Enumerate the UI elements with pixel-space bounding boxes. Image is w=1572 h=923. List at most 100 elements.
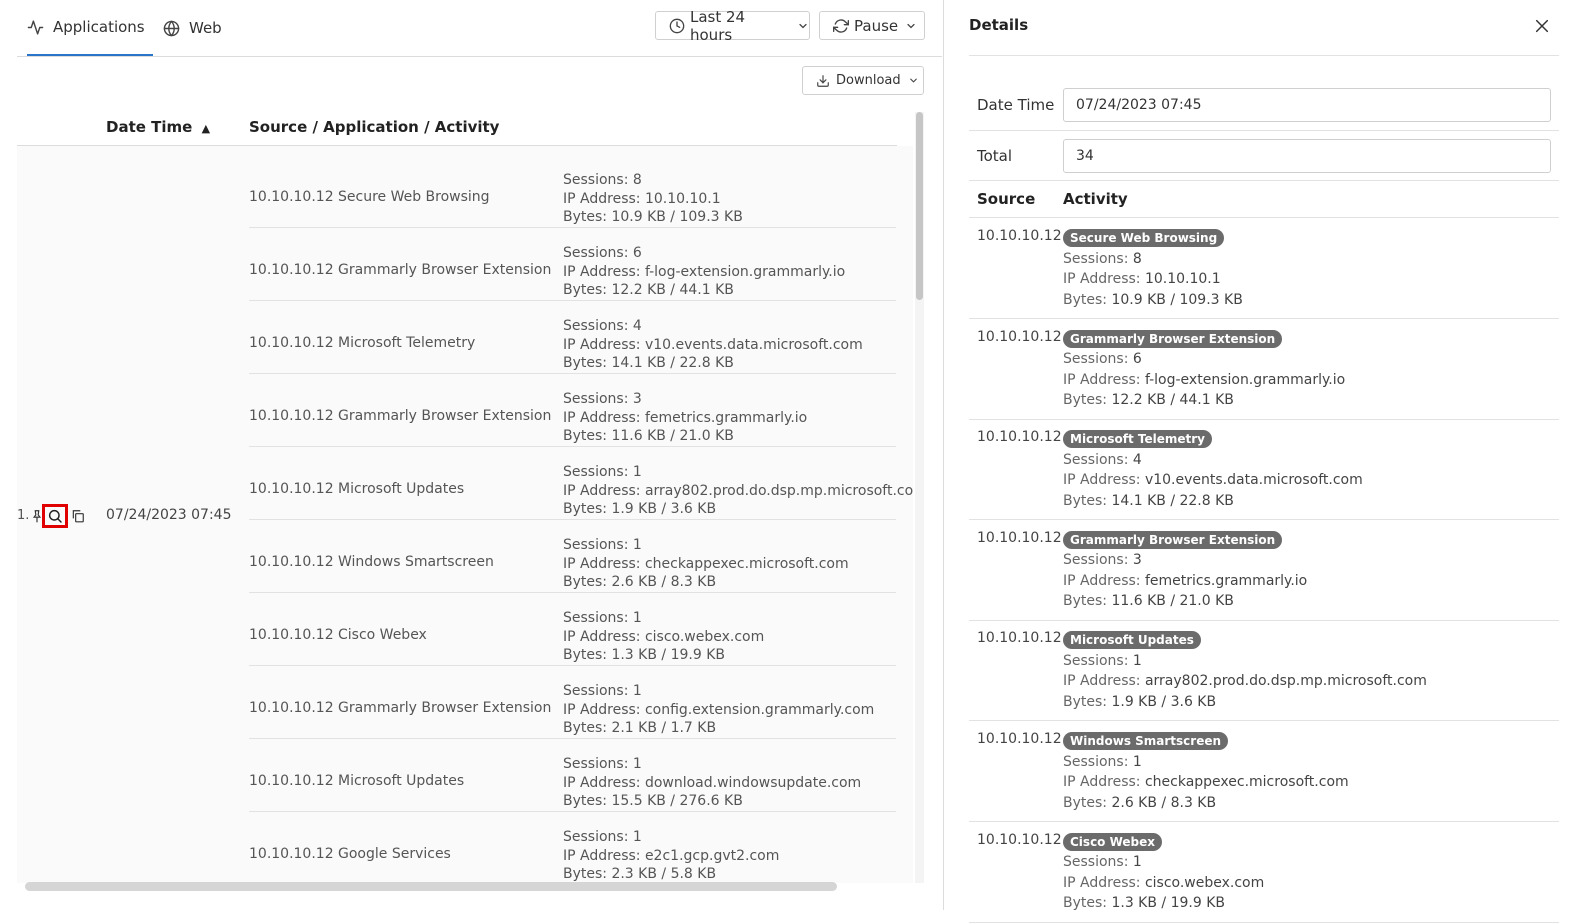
- entry-activity: Sessions: 3 IP Address: femetrics.grammar…: [563, 390, 807, 446]
- ip-value: array802.prod.do.dsp.mp.microsoft.com: [1144, 673, 1427, 690]
- entry-application: Grammarly Browser Extension: [338, 262, 552, 278]
- details-activity: Grammarly Browser Extension Sessions: 6 IP…: [1063, 329, 1345, 411]
- details-row: 10.10.10.12 Secure Web Browsing Sessions: …: [969, 218, 1559, 319]
- details-source: 10.10.10.12: [977, 429, 1062, 446]
- column-date-time[interactable]: Date Time ▲: [106, 118, 210, 136]
- details-activity: Microsoft Telemetry Sessions: 4 IP Address…: [1063, 429, 1363, 511]
- table-header: Date Time ▲ Source / Application / Activ…: [17, 112, 897, 146]
- bytes-value: 12.2 KB / 44.1 KB: [1111, 392, 1234, 409]
- sessions-value: 3: [1132, 552, 1142, 569]
- search-icon[interactable]: [42, 504, 68, 528]
- details-source: 10.10.10.12: [977, 630, 1062, 647]
- entry-application: Windows Smartscreen: [338, 554, 494, 570]
- entry-ip: IP Address: cisco.webex.com: [563, 628, 765, 645]
- details-row: 10.10.10.12 Cisco Webex Sessions: 1 IP Addr…: [969, 822, 1559, 923]
- chevron-down-icon: [799, 23, 807, 28]
- list-item: 10.10.10.12 Secure Web Browsing Sessions: …: [249, 154, 896, 228]
- time-range-label: Last 24 hours: [690, 7, 746, 44]
- entry-bytes: Bytes: 1.3 KB / 19.9 KB: [563, 647, 725, 663]
- vertical-scroll-thumb[interactable]: [916, 112, 923, 300]
- entry-sessions: Sessions: 6: [563, 245, 642, 261]
- copy-icon[interactable]: [71, 508, 85, 528]
- entry-ip: IP Address: 10.10.10.1: [563, 190, 721, 207]
- divider: [969, 55, 1559, 56]
- list-item: 10.10.10.12 Grammarly Browser Extension Se…: [249, 373, 896, 447]
- entry-activity: Sessions: 1 IP Address: array802.prod.do.…: [563, 463, 913, 519]
- details-row: 10.10.10.12 Microsoft Updates Sessions: 1 I…: [969, 620, 1559, 722]
- application-badge: Cisco Webex: [1063, 832, 1163, 851]
- download-dropdown[interactable]: Download: [802, 66, 924, 95]
- ip-value: femetrics.grammarly.io: [1144, 572, 1308, 589]
- entry-bytes: Bytes: 11.6 KB / 21.0 KB: [563, 428, 734, 444]
- bytes-value: 2.6 KB / 8.3 KB: [1111, 794, 1217, 811]
- vertical-scrollbar[interactable]: [915, 112, 924, 883]
- date-time-label: Date Time: [977, 96, 1055, 114]
- bytes-value: 1.9 KB / 3.6 KB: [1111, 693, 1217, 710]
- details-source: 10.10.10.12: [977, 731, 1062, 747]
- details-activity: Windows Smartscreen Sessions: 1 IP Address…: [1063, 731, 1349, 813]
- details-row: 10.10.10.12 Grammarly Browser Extension Se…: [969, 319, 1559, 420]
- details-activity: Secure Web Browsing Sessions: 8 IP Address…: [1063, 228, 1243, 310]
- divider: [969, 130, 1559, 131]
- sessions-value: 1: [1132, 652, 1142, 669]
- date-time-field[interactable]: 07/24/2023 07:45: [1063, 88, 1551, 122]
- entry-bytes: Bytes: 12.2 KB / 44.1 KB: [563, 282, 734, 298]
- entry-source: 10.10.10.12: [249, 262, 334, 278]
- list-item: 10.10.10.12 Microsoft Updates Sessions: 1 I…: [249, 446, 913, 520]
- entry-application: Grammarly Browser Extension: [338, 700, 552, 716]
- tab-applications[interactable]: Applications: [27, 0, 153, 56]
- ip-label: IP Address:: [1063, 774, 1141, 790]
- entry-source: 10.10.10.12: [249, 554, 334, 570]
- tab-web[interactable]: Web: [163, 0, 222, 56]
- details-title: Details: [969, 16, 1029, 34]
- ip-value: 10.10.10.1: [1144, 271, 1221, 287]
- entry-activity: Sessions: 1 IP Address: config.extension.…: [563, 682, 874, 738]
- download-icon: [817, 74, 829, 87]
- entry-activity: Sessions: 4 IP Address: v10.events.data.m…: [563, 317, 863, 373]
- close-icon[interactable]: [1534, 18, 1550, 34]
- entry-activity: Sessions: 1 IP Address: download.windowsu…: [563, 755, 861, 811]
- details-column-source: Source: [977, 190, 1036, 208]
- entry-sessions: Sessions: 1: [563, 683, 642, 699]
- total-label: Total: [977, 147, 1013, 165]
- entry-sessions: Sessions: 8: [563, 172, 642, 188]
- entry-application: Cisco Webex: [338, 627, 427, 643]
- entry-application: Grammarly Browser Extension: [338, 408, 552, 424]
- time-range-dropdown[interactable]: Last 24 hours: [655, 8, 810, 44]
- application-badge: Grammarly Browser Extension: [1063, 530, 1283, 549]
- row-date-time: 07/24/2023 07:45: [106, 507, 232, 523]
- bytes-label: Bytes:: [1063, 693, 1108, 710]
- entry-sessions: Sessions: 1: [563, 756, 642, 772]
- entry-source: 10.10.10.12: [249, 189, 334, 205]
- bytes-label: Bytes:: [1063, 895, 1108, 912]
- row-index: 1.: [17, 508, 30, 523]
- sessions-value: 6: [1132, 351, 1142, 368]
- details-row: 10.10.10.12 Windows Smartscreen Sessions: …: [969, 721, 1559, 822]
- pause-dropdown[interactable]: Pause: [819, 11, 925, 40]
- list-item: 10.10.10.12 Google Services Sessions: 1 IP …: [249, 811, 896, 883]
- entry-bytes: Bytes: 14.1 KB / 22.8 KB: [563, 355, 734, 371]
- details-source: 10.10.10.12: [977, 529, 1062, 546]
- sessions-value: 8: [1132, 250, 1142, 267]
- entry-sessions: Sessions: 1: [563, 829, 642, 845]
- ip-label: IP Address:: [1063, 371, 1141, 388]
- bytes-value: 14.1 KB / 22.8 KB: [1111, 492, 1234, 509]
- entry-activity: Sessions: 1 IP Address: checkappexec.micr…: [563, 536, 849, 592]
- bytes-value: 1.3 KB / 19.9 KB: [1111, 895, 1225, 912]
- details-row: 10.10.10.12 Microsoft Telemetry Sessions: …: [969, 419, 1559, 521]
- total-field[interactable]: 34: [1063, 139, 1551, 173]
- entry-source: 10.10.10.12: [249, 335, 334, 351]
- horizontal-scrollbar[interactable]: [25, 882, 837, 891]
- sort-asc-icon: ▲: [201, 122, 211, 135]
- list-item: 10.10.10.12 Microsoft Updates Sessions: 1 I…: [249, 738, 896, 812]
- sessions-label: Sessions:: [1063, 652, 1129, 669]
- column-date-time-label: Date Time: [106, 118, 193, 136]
- entry-application: Google Services: [338, 846, 451, 862]
- sessions-value: 1: [1132, 854, 1142, 871]
- sessions-label: Sessions:: [1063, 351, 1129, 368]
- list-item: 10.10.10.12 Microsoft Telemetry Sessions: …: [249, 300, 896, 374]
- column-source-app-activity: Source / Application / Activity: [249, 118, 500, 136]
- entry-sessions: Sessions: 3: [563, 391, 642, 407]
- bytes-label: Bytes:: [1063, 492, 1108, 509]
- entry-application: Microsoft Telemetry: [338, 335, 476, 351]
